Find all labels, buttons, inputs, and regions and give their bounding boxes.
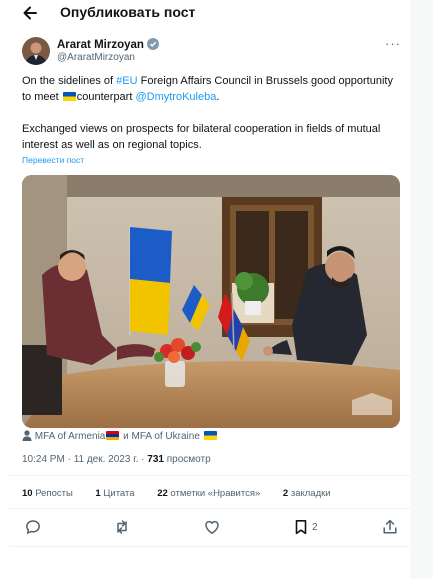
armenia-flag-icon [106, 431, 120, 440]
likes-count: 22 [157, 488, 168, 499]
person-icon [22, 430, 32, 444]
divider [10, 508, 410, 509]
tweet-text-paragraph-1: On the sidelines of #EU Foreign Affairs … [22, 73, 402, 105]
mention-link[interactable]: @DmytroKuleba [135, 91, 216, 103]
engagement-stats: 10 Репосты 1 Цитата 22 отметки «Нравится… [22, 488, 351, 499]
page-title: Опубликовать пост [60, 4, 196, 20]
bookmark-count: 2 [312, 522, 318, 533]
author-name[interactable]: Ararat Mirzoyan [57, 39, 144, 51]
author-name-row[interactable]: Ararat Mirzoyan [57, 38, 159, 53]
reposts-count: 10 [22, 488, 33, 499]
top-bar: Опубликовать пост [0, 0, 410, 26]
tweet-photo[interactable] [22, 175, 400, 428]
post-timestamp-views: 10:24 PM · 11 дек. 2023 г. · 731 просмот… [22, 454, 211, 465]
bookmarks-stat[interactable]: 2 закладки [283, 488, 341, 499]
hashtag-link[interactable]: #EU [116, 75, 137, 87]
bookmarks-label: закладки [288, 488, 331, 499]
quotes-label: Цитата [100, 488, 135, 499]
text-segment: On the sidelines of [22, 75, 117, 87]
tagged-account-a[interactable]: MFA of Armenia [35, 431, 106, 442]
share-icon[interactable] [381, 518, 399, 538]
author-handle[interactable]: @AraratMirzoyan [57, 52, 135, 63]
like-heart-icon[interactable] [203, 518, 221, 538]
text-segment: counterpart [76, 91, 136, 103]
back-arrow-icon[interactable] [20, 3, 40, 23]
verified-badge-icon [146, 38, 159, 53]
ukraine-flag-icon [203, 431, 217, 440]
views-label: просмотр [163, 454, 211, 465]
tagged-accounts[interactable]: MFA of Armenia и MFA of Ukraine [22, 430, 218, 444]
divider [10, 475, 410, 476]
tweet-text-paragraph-2: Exchanged views on prospects for bilater… [22, 123, 381, 151]
likes-stat[interactable]: 22 отметки «Нравится» [157, 488, 270, 499]
text-segment: . [216, 91, 220, 103]
more-options-icon[interactable]: ··· [385, 36, 401, 51]
repost-icon[interactable] [113, 518, 131, 538]
translate-post-link[interactable]: Перевести пост [22, 155, 84, 165]
quotes-count: 1 [95, 488, 101, 499]
divider [10, 546, 410, 547]
tagged-account-b[interactable]: MFA of Ukraine [132, 431, 200, 442]
quotes-stat[interactable]: 1 Цитата [95, 488, 144, 499]
views-count: 731 [147, 454, 164, 465]
post-timestamp[interactable]: 10:24 PM · 11 дек. 2023 г. · [22, 454, 147, 465]
reply-icon[interactable] [24, 518, 42, 538]
tweet-page: Опубликовать пост Ararat Mirzoyan @Arara… [0, 0, 410, 579]
action-bar: 2 [0, 518, 410, 540]
reposts-stat[interactable]: 10 Репосты [22, 488, 83, 499]
reposts-label: Репосты [32, 488, 73, 499]
right-gutter [410, 0, 433, 579]
bookmark-button[interactable]: 2 [292, 518, 332, 538]
avatar[interactable] [22, 37, 50, 65]
likes-label: отметки «Нравится» [167, 488, 261, 499]
ukraine-flag-icon [62, 92, 76, 101]
tagged-separator: и [120, 431, 132, 442]
